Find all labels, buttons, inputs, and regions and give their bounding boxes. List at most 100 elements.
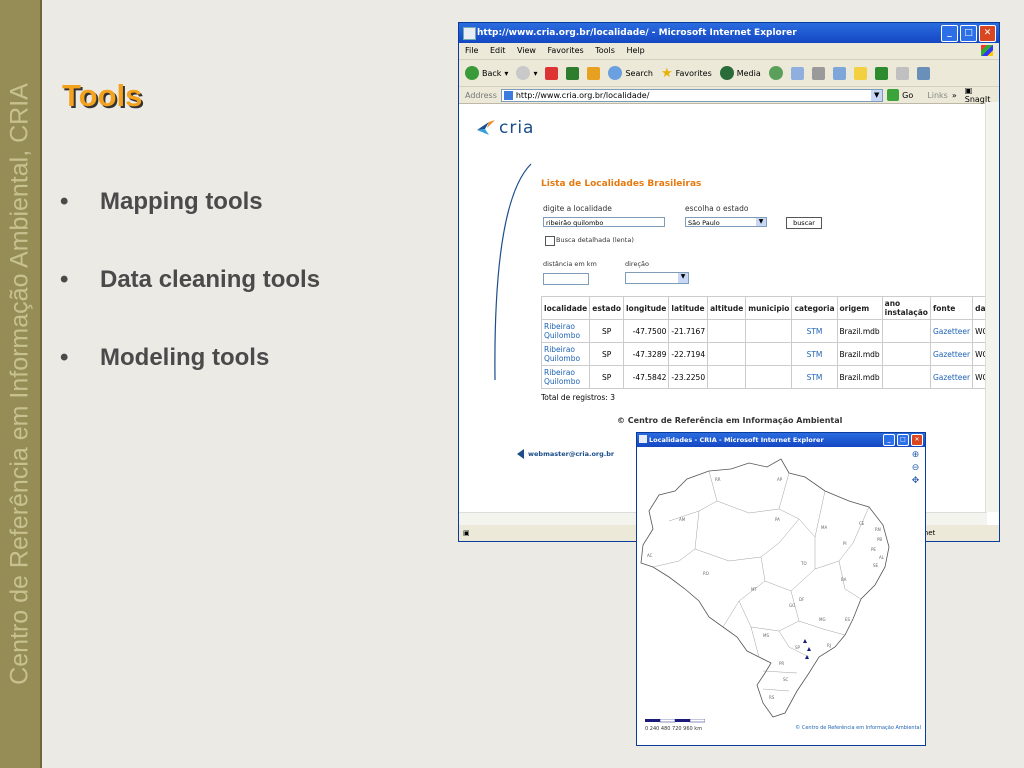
state-label-am: AM	[679, 517, 686, 522]
media-label: Media	[736, 68, 761, 78]
stop-icon[interactable]	[545, 66, 559, 80]
bullet-dot: •	[60, 266, 69, 293]
zoom-out-icon[interactable]: ⊖	[910, 463, 921, 474]
state-label-pi: PI	[843, 541, 847, 546]
page-heading: Lista de Localidades Brasileiras	[541, 179, 702, 189]
search-button[interactable]: Search	[608, 66, 653, 80]
state-label-rr: RR	[715, 477, 721, 482]
distance-input[interactable]	[543, 273, 589, 285]
map-window: Localidades - CRIA - Microsoft Internet …	[636, 432, 926, 746]
table-cell: Brazil.mdb	[836, 365, 883, 389]
maximize-button[interactable]: □	[960, 25, 977, 42]
source-link[interactable]: Gazetteer	[929, 365, 974, 389]
chevron-down-icon: ▼	[678, 273, 688, 283]
browser-titlebar[interactable]: http://www.cria.org.br/localidade/ - Mic…	[459, 23, 999, 43]
address-dropdown-icon[interactable]: ▼	[871, 89, 883, 101]
history-icon[interactable]	[768, 66, 783, 80]
maximize-button[interactable]: □	[897, 434, 909, 446]
category-link[interactable]: STM	[791, 342, 838, 366]
minimize-button[interactable]: _	[883, 434, 895, 446]
address-label: Address	[465, 90, 497, 100]
state-label-ap: AP	[777, 477, 783, 482]
pan-icon[interactable]: ✥	[910, 476, 921, 487]
forward-button[interactable]: ▾	[516, 66, 537, 80]
back-button[interactable]: Back ▾	[465, 66, 508, 80]
state-select[interactable]: São Paulo ▼	[685, 217, 767, 227]
bullet-text: Mapping tools	[100, 188, 263, 215]
column-header: altitude	[707, 296, 747, 320]
mail-icon[interactable]	[790, 66, 804, 80]
direction-select[interactable]: ▼	[625, 272, 689, 284]
favorites-label: Favorites	[675, 68, 712, 78]
state-label-se: SE	[873, 563, 879, 568]
table-cell	[745, 365, 793, 389]
links-label[interactable]: Links	[927, 91, 948, 100]
state-label-rs: RS	[769, 695, 775, 700]
folder-icon[interactable]	[853, 66, 867, 80]
research-icon[interactable]	[895, 66, 909, 80]
table-cell	[881, 365, 931, 389]
menu-edit[interactable]: Edit	[490, 46, 506, 55]
vertical-scrollbar[interactable]	[985, 102, 999, 512]
detailed-search-checkbox[interactable]	[545, 236, 555, 246]
menu-help[interactable]: Help	[626, 46, 644, 55]
state-label-ma: MA	[821, 525, 827, 530]
column-header: latitude	[668, 296, 709, 320]
table-cell: -22.7194	[668, 342, 709, 366]
address-input[interactable]: http://www.cria.org.br/localidade/ ▼	[500, 88, 884, 102]
state-label-mt: MT	[751, 587, 757, 592]
media-button[interactable]: Media	[719, 66, 761, 80]
category-link[interactable]: STM	[791, 319, 838, 343]
menu-view[interactable]: View	[517, 46, 536, 55]
column-header: origem	[836, 296, 883, 320]
toolbar: Back ▾ ▾ Search ★ Favorites Media	[459, 60, 999, 87]
webmaster-link[interactable]: webmaster@cria.org.br	[517, 449, 614, 459]
state-label-ba: BA	[841, 577, 847, 582]
chevron-icon[interactable]: »	[952, 91, 957, 100]
minimize-button[interactable]: _	[941, 25, 958, 42]
locality-link[interactable]: Ribeirao Quilombo	[540, 319, 591, 343]
home-icon[interactable]	[587, 66, 601, 80]
bullet-item: • Mapping tools	[60, 186, 320, 264]
close-button[interactable]: ✕	[911, 434, 923, 446]
locality-link[interactable]: Ribeirao Quilombo	[540, 365, 591, 389]
chevron-down-icon: ▼	[756, 218, 766, 226]
table-cell	[881, 342, 931, 366]
table-cell: SP	[589, 342, 624, 366]
state-label-rn: RN	[875, 527, 881, 532]
table-cell: -23.2250	[668, 365, 709, 389]
menu-favorites[interactable]: Favorites	[548, 46, 584, 55]
discuss-icon[interactable]	[916, 66, 930, 80]
edit-icon[interactable]	[832, 66, 846, 80]
bullet-item: • Modeling tools	[60, 342, 320, 420]
table-cell: Brazil.mdb	[836, 319, 883, 343]
go-button[interactable]: Go	[887, 89, 913, 101]
refresh-icon[interactable]	[566, 66, 580, 80]
print-icon[interactable]	[811, 66, 825, 80]
close-button[interactable]: ✕	[979, 25, 996, 42]
window-controls: _ □ ✕	[883, 434, 923, 446]
menu-bar: File Edit View Favorites Tools Help	[459, 43, 999, 60]
locality-input[interactable]: ribeirão quilombo	[543, 217, 665, 227]
brazil-map[interactable]: RR AP AM PA MA CE RN PB PE AL SE AC RO T…	[639, 451, 907, 719]
favorites-button[interactable]: ★ Favorites	[661, 66, 712, 81]
map-copyright[interactable]: © Centro de Referência em Informação Amb…	[795, 725, 921, 731]
search-submit-button[interactable]: buscar	[786, 217, 822, 229]
locality-link[interactable]: Ribeirao Quilombo	[540, 342, 591, 366]
messenger-icon[interactable]	[874, 66, 888, 80]
source-link[interactable]: Gazetteer	[929, 342, 974, 366]
menu-tools[interactable]: Tools	[595, 46, 615, 55]
go-label: Go	[902, 90, 914, 100]
state-label: escolha o estado	[685, 204, 749, 213]
bullet-text: Data cleaning tools	[100, 266, 321, 293]
scale-bar	[645, 719, 705, 723]
category-link[interactable]: STM	[791, 365, 838, 389]
source-link[interactable]: Gazetteer	[929, 319, 974, 343]
logo-text: cria	[499, 118, 535, 138]
column-header: categoria	[791, 296, 838, 320]
menu-file[interactable]: File	[465, 46, 478, 55]
zoom-in-icon[interactable]: ⊕	[910, 450, 921, 461]
table-cell: -47.5842	[622, 365, 670, 389]
map-titlebar[interactable]: Localidades - CRIA - Microsoft Internet …	[637, 433, 925, 447]
star-icon: ★	[660, 65, 673, 81]
